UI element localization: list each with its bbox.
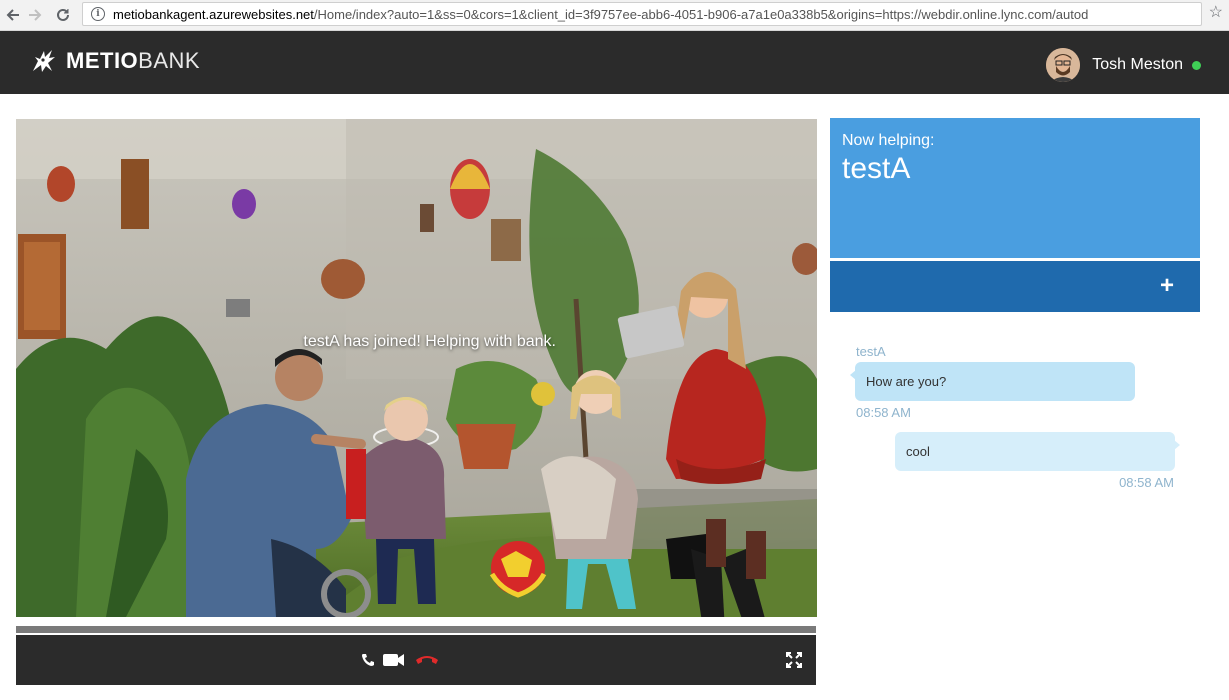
user-name: Tosh Meston [1092,56,1183,73]
phone-icon [362,654,374,666]
incoming-message-bubble: How are you? [850,362,1135,401]
now-helping-card: Now helping: testA [830,118,1200,258]
arrow-left-icon [6,9,19,21]
online-status-indicator [1192,60,1201,70]
url-path: /Home/index?auto=1&ss=0&cors=1&client_id… [313,6,1089,22]
message-timestamp: 08:58 AM [856,405,911,420]
user-menu[interactable]: Tosh Meston [1046,48,1201,82]
avatar[interactable] [1046,48,1081,82]
customer-action-bar: + [830,261,1200,312]
app-header: METIOBANK Tosh Meston [0,31,1229,94]
brand-logo[interactable]: METIOBANK [30,47,200,75]
add-button[interactable]: + [1158,272,1176,299]
forward-button[interactable] [24,4,46,26]
customer-name: testA [842,152,911,185]
hang-up-button[interactable] [414,651,440,669]
hang-up-icon [416,656,438,664]
url-host: metiobankagent.azurewebsites.net [113,6,314,22]
video-feed[interactable]: testA has joined! Helping with bank. [16,119,817,617]
fullscreen-button[interactable] [785,651,803,669]
reload-icon [57,8,69,21]
message-sender: testA [856,344,886,359]
audio-call-button[interactable] [359,651,377,669]
message-text: How are you? [866,374,947,389]
url-text[interactable]: metiobankagent.azurewebsites.net/Home/in… [113,7,1183,22]
call-controls [16,635,816,685]
brand-name: METIOBANK [66,48,200,74]
call-progress-bar [16,626,816,633]
star-icon[interactable]: ☆ [1209,2,1223,22]
now-helping-label: Now helping: [842,132,935,149]
avatar-photo [1046,48,1081,82]
fullscreen-icon [786,652,802,668]
reload-button[interactable] [52,4,74,26]
address-bar[interactable]: i metiobankagent.azurewebsites.net/Home/… [82,2,1202,26]
video-frame-image [16,119,817,617]
join-notification: testA has joined! Helping with bank. [303,333,556,350]
griffin-logo-icon [33,50,55,72]
arrow-right-icon [29,9,42,21]
browser-toolbar: i metiobankagent.azurewebsites.net/Home/… [0,0,1229,31]
info-icon[interactable]: i [91,7,105,21]
video-toggle-button[interactable] [382,651,406,669]
brand-name-light: BANK [138,48,201,73]
back-button[interactable] [2,4,24,26]
message-timestamp: 08:58 AM [1119,475,1174,490]
brand-name-bold: METIO [66,48,139,73]
outgoing-message-bubble: cool [895,432,1180,471]
message-text: cool [906,444,930,459]
video-camera-icon [383,654,404,666]
